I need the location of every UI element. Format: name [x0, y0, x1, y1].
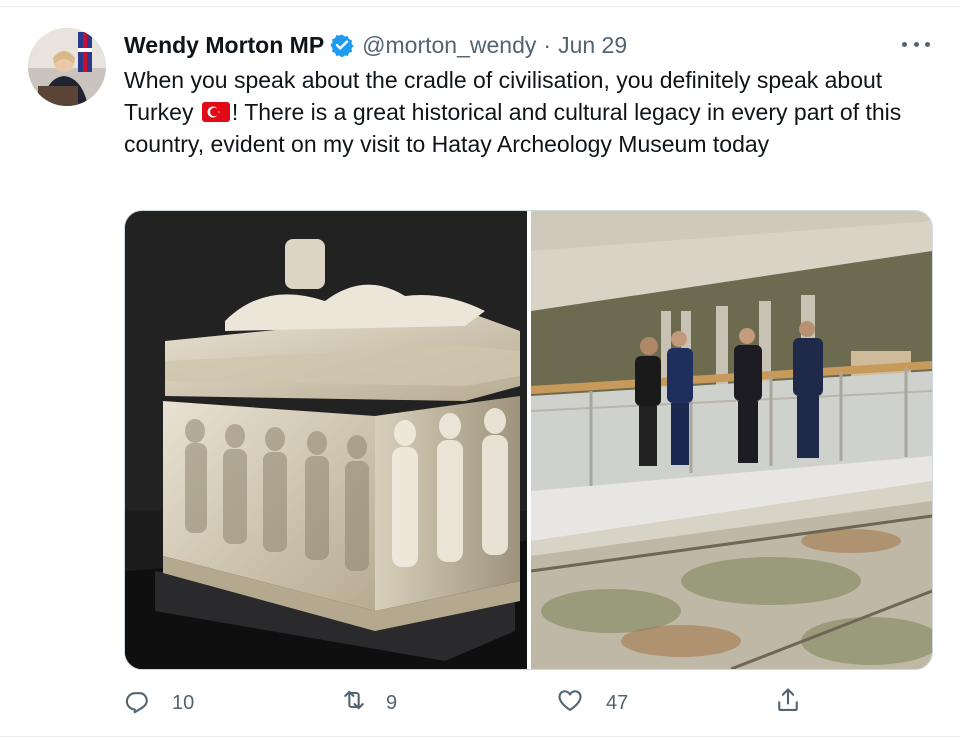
author-handle[interactable]: @morton_wendy	[362, 32, 536, 59]
like-button[interactable]: 47	[556, 684, 628, 722]
media-grid	[124, 210, 933, 670]
heart-icon	[556, 686, 584, 720]
avatar-image	[28, 28, 106, 106]
top-divider	[0, 0, 960, 7]
photo-museum-visit[interactable]	[530, 211, 932, 669]
retweet-count: 9	[386, 691, 398, 714]
retweet-button[interactable]: 9	[340, 684, 397, 722]
like-count: 47	[606, 691, 629, 714]
reply-count: 10	[172, 691, 195, 714]
more-options-icon[interactable]	[902, 34, 930, 54]
bottom-divider	[0, 736, 960, 737]
tweet-header: Wendy Morton MP @morton_wendy · Jun 29	[124, 30, 627, 60]
author-name[interactable]: Wendy Morton MP	[124, 32, 324, 59]
turkey-flag-emoji	[201, 99, 230, 122]
share-icon	[774, 686, 802, 720]
reply-icon	[124, 686, 152, 720]
tweet-text: When you speak about the cradle of civil…	[124, 64, 934, 160]
share-button[interactable]	[774, 684, 802, 722]
retweet-icon	[340, 686, 368, 720]
avatar[interactable]	[28, 28, 106, 106]
tweet-date[interactable]: Jun 29	[558, 32, 627, 59]
tweet-text-part-2: ! There is a great historical and cultur…	[124, 99, 915, 157]
separator-dot: ·	[543, 31, 552, 58]
reply-button[interactable]: 10	[124, 684, 194, 722]
tweet-actions: 10 9 47	[124, 684, 844, 722]
photo-sarcophagus[interactable]	[125, 211, 527, 669]
verified-badge-icon	[330, 33, 354, 58]
